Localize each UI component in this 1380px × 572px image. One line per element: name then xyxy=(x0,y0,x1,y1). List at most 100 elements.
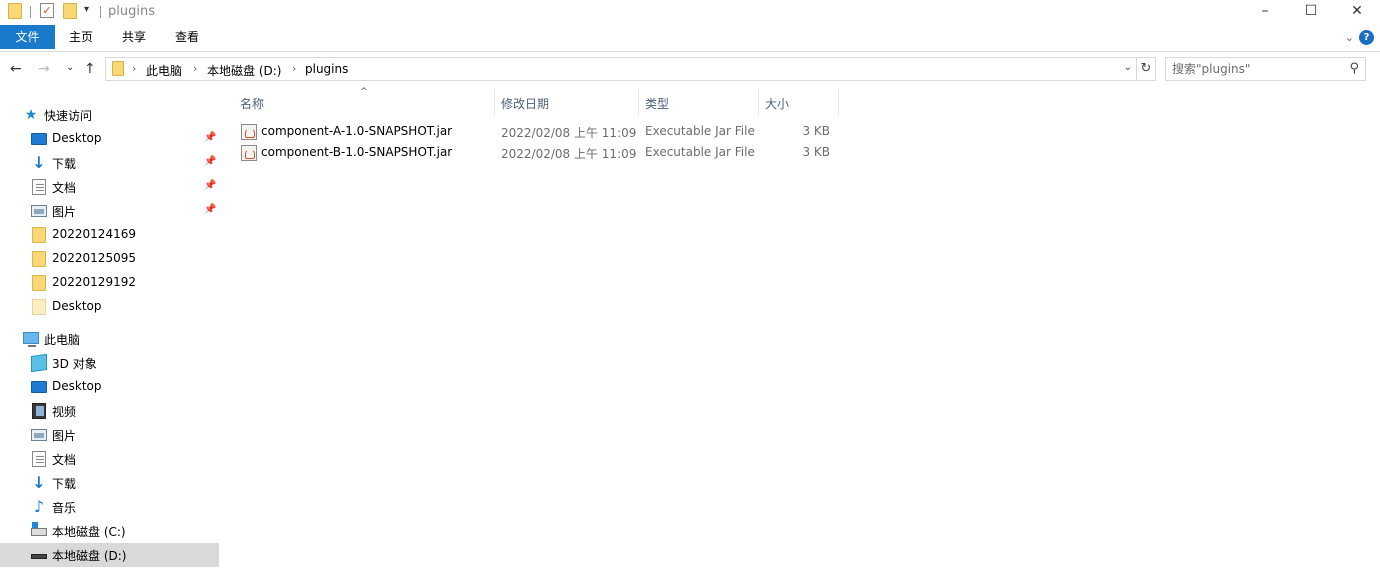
properties-icon[interactable]: ✓ xyxy=(40,3,54,18)
recent-locations-chevron-icon[interactable]: ⌄ xyxy=(66,62,74,73)
3d-objects-icon xyxy=(31,353,47,373)
file-type: Executable Jar File xyxy=(645,124,755,138)
picture-icon xyxy=(31,429,47,441)
nav-item-documents-pc[interactable]: 文档 xyxy=(0,447,219,471)
jar-file-icon xyxy=(241,145,257,161)
download-icon: ↓ xyxy=(32,473,46,492)
folder-icon xyxy=(32,275,46,291)
nav-label: 3D 对象 xyxy=(52,357,97,371)
file-size: 3 KB xyxy=(802,124,830,138)
column-header-label: 大小 xyxy=(765,97,790,111)
column-header-modified[interactable]: 修改日期 xyxy=(495,89,639,116)
nav-label: 图片 xyxy=(52,205,77,219)
nav-item-drive-d[interactable]: 本地磁盘 (D:) xyxy=(0,543,219,567)
breadcrumb-this-pc[interactable]: 此电脑 xyxy=(146,62,182,79)
tab-share[interactable]: 共享 xyxy=(113,25,155,49)
column-header-type[interactable]: 类型 xyxy=(639,89,759,116)
nav-label: 视频 xyxy=(52,405,77,419)
folder-icon xyxy=(112,61,124,76)
maximize-button[interactable]: ☐ xyxy=(1288,0,1334,25)
up-arrow-icon[interactable]: ↑ xyxy=(84,61,96,77)
breadcrumb-plugins[interactable]: plugins xyxy=(305,62,348,76)
search-icon[interactable]: ⚲ xyxy=(1349,61,1359,76)
breadcrumb-drive-d[interactable]: 本地磁盘 (D:) xyxy=(207,62,281,79)
refresh-icon[interactable]: ↻ xyxy=(1136,57,1156,81)
nav-item-folder-20220125095[interactable]: 20220125095 xyxy=(0,247,219,271)
jar-file-icon xyxy=(241,124,257,140)
pin-icon[interactable]: 📌 xyxy=(204,132,216,143)
file-name: component-B-1.0-SNAPSHOT.jar xyxy=(261,145,453,159)
nav-item-folder-20220129192[interactable]: 20220129192 xyxy=(0,271,219,295)
music-icon: ♪ xyxy=(33,497,45,516)
nav-item-downloads-pc[interactable]: ↓ 下载 xyxy=(0,471,219,495)
computer-icon xyxy=(23,332,39,347)
pin-icon[interactable]: 📌 xyxy=(204,156,216,167)
nav-item-videos[interactable]: 视频 xyxy=(0,399,219,423)
nav-item-3d-objects[interactable]: 3D 对象 xyxy=(0,351,219,375)
pin-icon[interactable]: 📌 xyxy=(204,180,216,191)
search-box[interactable]: ⚲ xyxy=(1165,57,1366,81)
nav-this-pc[interactable]: 此电脑 xyxy=(0,327,219,351)
navigation-pane: ★ 快速访问 Desktop 📌 ↓ 下载 📌 文档 📌 图片 📌 202201… xyxy=(0,100,219,572)
quick-access-separator xyxy=(30,6,31,18)
forward-arrow-icon[interactable]: → xyxy=(38,61,50,77)
nav-quick-access[interactable]: ★ 快速访问 xyxy=(0,103,219,127)
new-folder-icon[interactable] xyxy=(63,3,77,19)
file-row[interactable]: component-A-1.0-SNAPSHOT.jar 2022/02/08 … xyxy=(238,121,938,142)
desktop-icon xyxy=(31,381,47,393)
video-icon xyxy=(32,403,46,419)
download-icon: ↓ xyxy=(32,153,46,172)
tab-home[interactable]: 主页 xyxy=(60,25,102,49)
nav-item-desktop-folder[interactable]: Desktop xyxy=(0,295,219,319)
breadcrumb-chevron-icon[interactable]: › xyxy=(292,62,296,75)
column-header-label: 修改日期 xyxy=(501,97,550,111)
nav-label: 下载 xyxy=(52,157,77,171)
folder-icon xyxy=(32,251,46,267)
nav-label: Desktop xyxy=(52,131,102,145)
nav-item-pictures[interactable]: 图片 📌 xyxy=(0,199,219,223)
ribbon-tabs: 文件 主页 共享 查看 ⌄ ? xyxy=(0,25,1380,52)
file-modified: 2022/02/08 上午 11:09 xyxy=(501,126,637,140)
nav-label: Desktop xyxy=(52,379,102,393)
column-header-label: 类型 xyxy=(645,97,670,111)
column-header-name[interactable]: 名称 xyxy=(234,89,495,116)
star-icon: ★ xyxy=(24,107,38,123)
expand-ribbon-chevron-icon[interactable]: ⌄ xyxy=(1345,31,1354,44)
file-row[interactable]: component-B-1.0-SNAPSHOT.jar 2022/02/08 … xyxy=(238,142,938,163)
search-input[interactable] xyxy=(1172,61,1342,77)
nav-label: 20220124169 xyxy=(52,227,136,241)
nav-item-folder-20220124169[interactable]: 20220124169 xyxy=(0,223,219,247)
nav-label: 文档 xyxy=(52,453,77,467)
close-button[interactable]: ✕ xyxy=(1334,0,1380,25)
nav-item-downloads[interactable]: ↓ 下载 📌 xyxy=(0,151,219,175)
navigation-bar: ← → ⌄ ↑ › 此电脑 › 本地磁盘 (D:) › plugins ⌄ ↻ … xyxy=(0,52,1380,87)
column-header-size[interactable]: 大小 xyxy=(759,89,839,116)
file-name: component-A-1.0-SNAPSHOT.jar xyxy=(261,124,453,138)
nav-item-desktop-pc[interactable]: Desktop xyxy=(0,375,219,399)
tab-view[interactable]: 查看 xyxy=(166,25,208,49)
file-list: ^ 名称 修改日期 类型 大小 component-A-1.0-SNAPSHOT… xyxy=(220,87,1380,572)
picture-icon xyxy=(31,205,47,217)
breadcrumb-chevron-icon[interactable]: › xyxy=(193,62,197,75)
pin-icon[interactable]: 📌 xyxy=(204,204,216,215)
nav-item-desktop[interactable]: Desktop 📌 xyxy=(0,127,219,151)
back-arrow-icon[interactable]: ← xyxy=(10,61,22,77)
nav-item-drive-c[interactable]: 本地磁盘 (C:) xyxy=(0,519,219,543)
customize-toolbar-dropdown-icon[interactable]: ▾ xyxy=(84,4,89,15)
nav-item-pictures-pc[interactable]: 图片 xyxy=(0,423,219,447)
nav-label: 音乐 xyxy=(52,501,77,515)
nav-label: Desktop xyxy=(52,299,102,313)
address-history-dropdown-icon[interactable]: ⌄ xyxy=(1124,62,1132,73)
minimize-button[interactable]: – xyxy=(1242,0,1288,25)
file-type: Executable Jar File xyxy=(645,145,755,159)
tab-file[interactable]: 文件 xyxy=(0,25,55,49)
document-icon xyxy=(32,179,46,195)
breadcrumb-chevron-icon[interactable]: › xyxy=(132,62,136,75)
address-bar[interactable]: › 此电脑 › 本地磁盘 (D:) › plugins ⌄ xyxy=(105,57,1137,81)
nav-label: 20220129192 xyxy=(52,275,136,289)
folder-icon xyxy=(32,299,46,315)
help-icon[interactable]: ? xyxy=(1359,30,1374,45)
nav-item-documents[interactable]: 文档 📌 xyxy=(0,175,219,199)
desktop-icon xyxy=(31,133,47,145)
nav-item-music[interactable]: ♪ 音乐 xyxy=(0,495,219,519)
